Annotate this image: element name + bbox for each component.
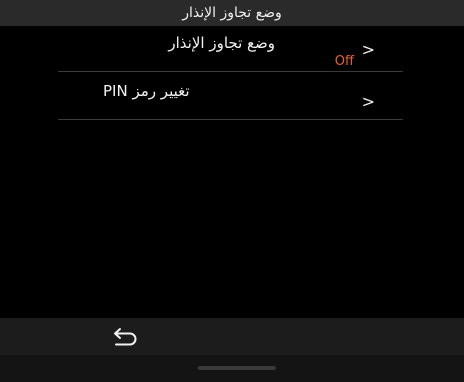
divider <box>58 71 403 72</box>
menu-item-value: Off <box>334 54 354 69</box>
system-footer <box>0 355 464 382</box>
menu-item-label: وضع تجاوز الإنذار <box>168 34 275 52</box>
menu-item-label: تغيير رمز PIN <box>103 82 190 100</box>
menu-list: وضع تجاوز الإنذار Off > تغيير رمز PIN > <box>95 26 375 122</box>
title-bar: وضع تجاوز الإنذار <box>0 0 464 26</box>
bottom-navigation-bar <box>0 318 464 355</box>
back-arrow-icon <box>114 328 137 346</box>
divider <box>58 119 403 120</box>
back-button[interactable] <box>108 324 144 350</box>
chevron-right-icon: > <box>361 92 375 111</box>
chevron-right-icon: > <box>361 40 375 59</box>
screen: وضع تجاوز الإنذار وضع تجاوز الإنذار Off … <box>0 0 464 382</box>
home-indicator[interactable] <box>198 366 276 370</box>
menu-item-change-pin[interactable]: تغيير رمز PIN > <box>95 74 375 122</box>
menu-item-alarm-override[interactable]: وضع تجاوز الإنذار Off > <box>95 26 375 74</box>
page-title: وضع تجاوز الإنذار <box>182 5 282 21</box>
